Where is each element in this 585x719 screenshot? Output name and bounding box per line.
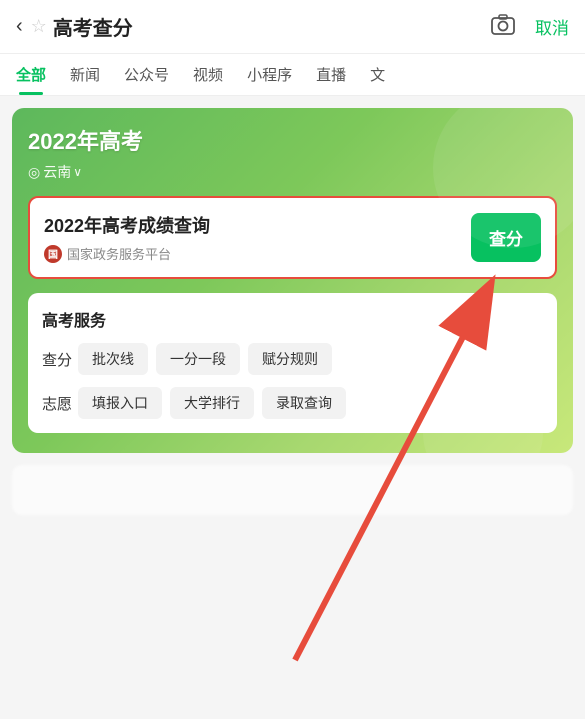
gov-logo-icon: 国: [44, 245, 62, 263]
row-label-query: 查分: [42, 349, 78, 370]
tab-text[interactable]: 文: [358, 54, 397, 95]
location-pin-icon: ◎: [28, 164, 40, 181]
row-label-volunteer: 志愿: [42, 393, 78, 414]
services-row-query: 查分 批次线 一分一段 赋分规则: [42, 343, 543, 375]
tab-news[interactable]: 新闻: [58, 54, 112, 95]
tab-video[interactable]: 视频: [181, 54, 235, 95]
score-card-source: 国 国家政务服务平台: [44, 244, 457, 263]
back-button[interactable]: ‹: [16, 15, 23, 38]
tag-admission-query[interactable]: 录取查询: [262, 387, 346, 419]
services-title: 高考服务: [42, 307, 543, 331]
location-text: 云南: [43, 162, 71, 182]
bottom-card: [12, 465, 573, 515]
source-text: 国家政务服务平台: [67, 244, 171, 263]
score-card-left: 2022年高考成绩查询 国 国家政务服务平台: [44, 212, 457, 263]
top-bar: ‹ ☆ 高考查分 取消: [0, 0, 585, 54]
score-query-card: 2022年高考成绩查询 国 国家政务服务平台 查分: [28, 196, 557, 279]
service-tags-query: 批次线 一分一段 赋分规则: [78, 343, 332, 375]
camera-icon[interactable]: [491, 13, 515, 41]
tab-mini-program[interactable]: 小程序: [235, 54, 304, 95]
banner-card: 2022年高考 ◎ 云南 ∨ 2022年高考成绩查询 国 国家政务服务平台 查分…: [12, 108, 573, 453]
tab-all[interactable]: 全部: [4, 54, 58, 95]
score-card-title: 2022年高考成绩查询: [44, 212, 457, 238]
services-row-volunteer: 志愿 填报入口 大学排行 录取查询: [42, 387, 543, 419]
cancel-button[interactable]: 取消: [535, 14, 569, 39]
tab-live[interactable]: 直播: [304, 54, 358, 95]
query-score-button[interactable]: 查分: [471, 213, 541, 262]
tag-score-rules[interactable]: 赋分规则: [248, 343, 332, 375]
tag-fill-volunteer[interactable]: 填报入口: [78, 387, 162, 419]
main-content: 2022年高考 ◎ 云南 ∨ 2022年高考成绩查询 国 国家政务服务平台 查分…: [0, 96, 585, 527]
tag-university-rank[interactable]: 大学排行: [170, 387, 254, 419]
banner-year: 2022年高考: [28, 124, 557, 156]
services-section: 高考服务 查分 批次线 一分一段 赋分规则 志愿 填报入口 大学排行 录取查询: [28, 293, 557, 433]
tab-bar: 全部 新闻 公众号 视频 小程序 直播 文: [0, 54, 585, 96]
page-title: 高考查分: [53, 12, 491, 41]
star-icon[interactable]: ☆: [31, 16, 47, 37]
tag-one-score[interactable]: 一分一段: [156, 343, 240, 375]
tag-batch-line[interactable]: 批次线: [78, 343, 148, 375]
chevron-down-icon: ∨: [73, 165, 82, 179]
tab-official-accounts[interactable]: 公众号: [112, 54, 181, 95]
service-tags-volunteer: 填报入口 大学排行 录取查询: [78, 387, 346, 419]
banner-location[interactable]: ◎ 云南 ∨: [28, 162, 557, 182]
